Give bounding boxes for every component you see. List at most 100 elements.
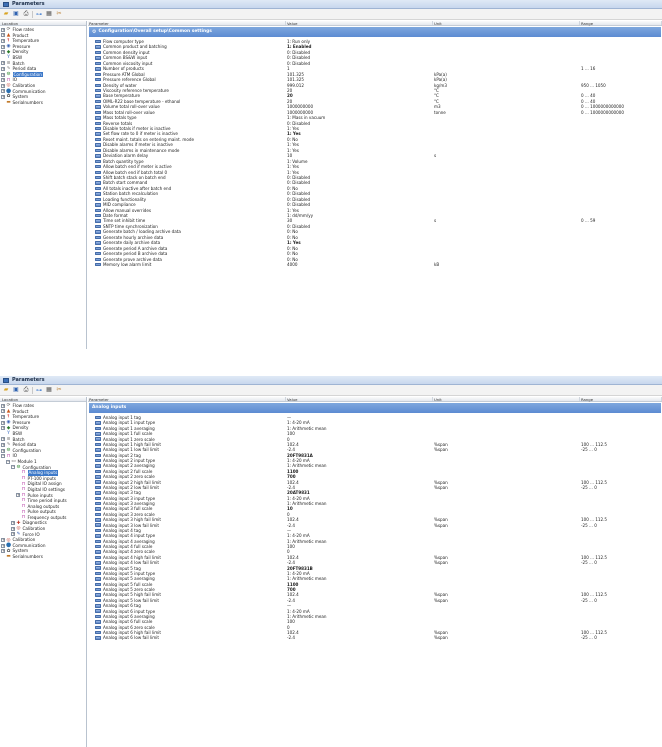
parameter-range [580, 262, 662, 267]
expand-icon[interactable]: + [1, 414, 5, 419]
save-icon[interactable]: ▣ [12, 10, 20, 18]
toolbar: ▰ ▣ ⎙ ⊶ ▦ ✂ [0, 385, 662, 396]
parameter-name-cell: Memory low alarm limit [88, 262, 286, 267]
expand-icon[interactable]: + [16, 493, 20, 498]
parameter-column-header[interactable]: Parameter [88, 397, 286, 402]
range-column-header[interactable]: Range [580, 21, 662, 26]
expand-icon[interactable]: + [1, 38, 5, 43]
expand-icon[interactable]: + [11, 521, 15, 526]
expand-icon[interactable]: + [1, 420, 5, 425]
parameter-icon [95, 235, 101, 240]
collapse-icon[interactable]: − [1, 454, 5, 459]
tree-item-label: Serialnumbers [12, 554, 43, 560]
serialnumbers-icon: ▬ [6, 554, 11, 560]
parameter-icon [95, 534, 101, 538]
expand-icon[interactable]: + [1, 409, 5, 414]
collapse-icon[interactable]: − [6, 459, 10, 464]
configuration-icon: ⚙ [6, 72, 11, 78]
expand-icon[interactable]: + [1, 50, 5, 55]
parameter-name: Memory low alarm limit [103, 261, 152, 267]
expand-icon[interactable]: + [1, 403, 5, 408]
unit-column-header[interactable]: Unit [433, 397, 580, 402]
parameter-icon [95, 61, 101, 66]
expand-icon[interactable]: + [1, 538, 5, 543]
expand-icon[interactable]: + [11, 532, 15, 537]
frequency-outputs-icon: ⊓ [21, 515, 26, 521]
period-data-icon: ∿ [6, 442, 11, 448]
parameter-value[interactable]: 4000 [286, 262, 433, 267]
configuration-icon: ⚙ [6, 448, 11, 454]
save-icon[interactable]: ▣ [12, 386, 20, 394]
parameter-icon [95, 241, 101, 245]
parameter-icon [95, 175, 101, 180]
parameter-icon [95, 518, 101, 522]
expand-icon[interactable]: + [1, 72, 5, 77]
expand-icon[interactable]: + [1, 543, 5, 548]
grid-header: Parameter Value Unit Range [88, 397, 662, 402]
expand-icon[interactable]: + [1, 437, 5, 442]
tree-view-icon[interactable]: ⊶ [35, 10, 43, 18]
expand-icon[interactable]: + [1, 89, 5, 94]
expand-icon[interactable]: + [1, 94, 5, 99]
parameter-icon [95, 121, 101, 125]
parameter-icon [95, 448, 101, 452]
table-row[interactable]: Memory low alarm limit 4000 kB [88, 262, 662, 267]
batch-icon: ≡ [6, 436, 11, 442]
tools-icon[interactable]: ✂ [55, 386, 63, 394]
parameter-icon [95, 437, 101, 441]
expand-icon[interactable]: + [1, 426, 5, 431]
expand-icon[interactable]: + [1, 66, 5, 71]
parameter-icon [95, 83, 101, 87]
communication-icon: ⬤ [6, 543, 12, 549]
parameter-icon [95, 432, 101, 436]
toolbar-separator [32, 386, 33, 394]
period-data-icon: ∿ [6, 66, 11, 72]
grid-view-icon[interactable]: ▦ [45, 10, 53, 18]
pressure-gauge-icon: ◉ [6, 44, 11, 50]
collapse-icon[interactable]: − [11, 465, 15, 470]
parameter-column-header[interactable]: Parameter [88, 21, 286, 26]
tree-item[interactable]: ▬ Serialnumbers [0, 100, 86, 106]
parameter-name-cell: Analog input 6 low fail limit [88, 635, 286, 640]
parameter-value[interactable]: -2.4 [286, 635, 433, 640]
parameter-icon [95, 132, 101, 136]
expand-icon[interactable]: + [1, 448, 5, 453]
expand-icon[interactable]: + [1, 78, 5, 83]
tools-icon[interactable]: ✂ [55, 10, 63, 18]
range-column-header[interactable]: Range [580, 397, 662, 402]
system-icon: ✿ [6, 548, 11, 554]
expand-icon[interactable]: + [1, 61, 5, 66]
parameter-icon [95, 555, 101, 560]
parameter-icon [95, 181, 101, 185]
expand-icon[interactable]: + [1, 44, 5, 49]
expand-icon[interactable]: + [1, 83, 5, 88]
unit-column-header[interactable]: Unit [433, 21, 580, 26]
parameter-icon [95, 88, 101, 93]
tree-view-icon[interactable]: ⊶ [35, 386, 43, 394]
parameter-icon [95, 94, 101, 98]
bsw-icon: Y [7, 431, 10, 437]
grid-view-icon[interactable]: ▦ [45, 386, 53, 394]
parameter-grid: Parameter Value Unit Range ⚙ Configurati… [88, 21, 662, 349]
parameter-icon [95, 72, 101, 77]
parameter-icon [95, 192, 101, 196]
tree-item-label: Serialnumbers [12, 99, 43, 105]
expand-icon[interactable]: + [11, 526, 15, 531]
table-row[interactable]: Analog input 6 low fail limit -2.4 %span -2… [88, 635, 662, 640]
parameter-icon [95, 485, 101, 490]
open-folder-icon[interactable]: ▰ [2, 386, 10, 394]
window-title: Parameters [12, 1, 45, 7]
toolbar-separator [32, 10, 33, 18]
parameter-icon [95, 561, 101, 565]
print-icon[interactable]: ⎙ [22, 10, 30, 18]
expand-icon[interactable]: + [1, 549, 5, 554]
print-icon[interactable]: ⎙ [22, 386, 30, 394]
value-column-header[interactable]: Value [286, 21, 433, 26]
tree-item[interactable]: ▬ Serialnumbers [0, 554, 86, 560]
parameter-icon [95, 214, 101, 218]
expand-icon[interactable]: + [1, 27, 5, 32]
open-folder-icon[interactable]: ▰ [2, 10, 10, 18]
expand-icon[interactable]: + [1, 33, 5, 38]
value-column-header[interactable]: Value [286, 397, 433, 402]
expand-icon[interactable]: + [1, 442, 5, 447]
